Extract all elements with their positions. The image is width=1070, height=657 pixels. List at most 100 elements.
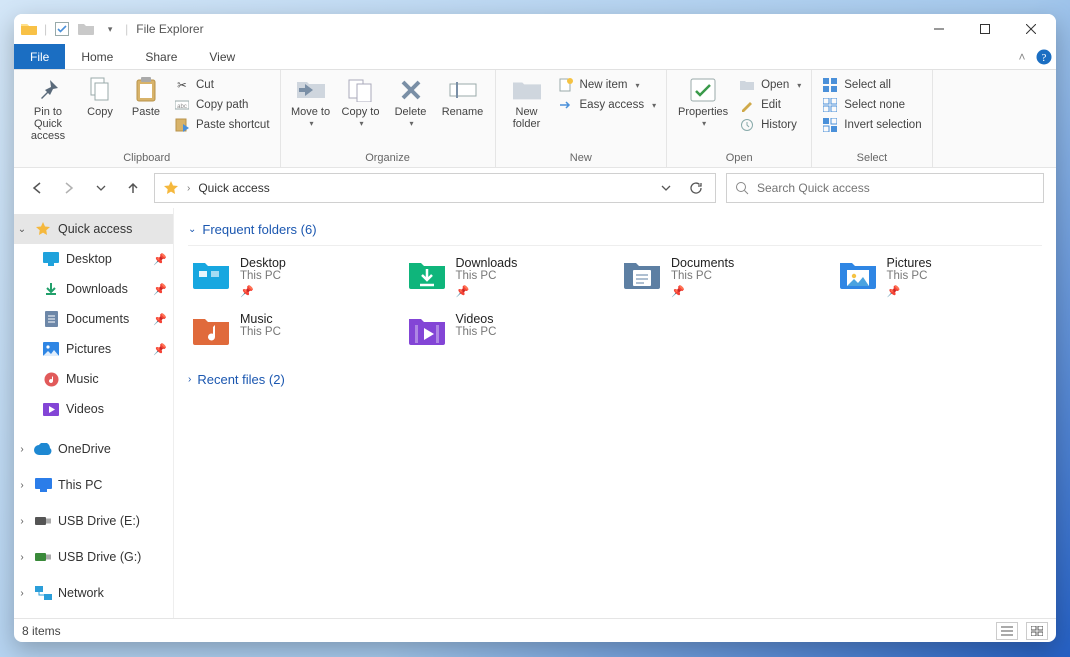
large-icons-view-button[interactable]: [1026, 622, 1048, 640]
folder-icon: [406, 256, 448, 292]
chevron-right-icon: ›: [16, 444, 28, 455]
checkbox-icon[interactable]: [53, 20, 71, 38]
sidebar-item-desktop[interactable]: Desktop 📌: [14, 244, 173, 274]
folder-tile[interactable]: Desktop This PC 📌: [188, 254, 396, 300]
sidebar-item-documents[interactable]: Documents 📌: [14, 304, 173, 334]
sidebar-usb-g[interactable]: › USB Drive (G:): [14, 542, 173, 572]
chevron-right-icon: ›: [188, 374, 191, 385]
folder-tile[interactable]: Videos This PC: [404, 310, 612, 350]
folder-location: This PC: [456, 326, 497, 338]
search-box[interactable]: [726, 173, 1044, 203]
folder-icon: [406, 312, 448, 348]
sidebar-item-downloads[interactable]: Downloads 📌: [14, 274, 173, 304]
tab-home[interactable]: Home: [65, 44, 129, 69]
copy-path-button[interactable]: abcCopy path: [172, 96, 272, 114]
folder-tile[interactable]: Pictures This PC 📌: [835, 254, 1043, 300]
tab-file[interactable]: File: [14, 44, 65, 69]
sidebar-this-pc[interactable]: › This PC: [14, 470, 173, 500]
paste-shortcut-button[interactable]: Paste shortcut: [172, 116, 272, 134]
sidebar-usb-e[interactable]: › USB Drive (E:): [14, 506, 173, 536]
delete-icon: [397, 76, 425, 104]
move-to-button[interactable]: Move to▾: [289, 74, 333, 129]
back-button[interactable]: [26, 177, 48, 199]
sidebar-item-videos[interactable]: Videos: [14, 394, 173, 424]
easy-access-icon: [558, 97, 574, 113]
open-button[interactable]: Open▾: [737, 76, 803, 94]
maximize-button[interactable]: [962, 14, 1008, 44]
folder-name: Documents: [671, 256, 734, 270]
content-area: ⌄ Frequent folders (6) Desktop This PC 📌…: [174, 208, 1056, 618]
ribbon-group-clipboard: Pin to Quick access Copy Paste ✂Cut abcC…: [14, 70, 281, 167]
copy-to-button[interactable]: Copy to▾: [339, 74, 383, 129]
cut-button[interactable]: ✂Cut: [172, 76, 272, 94]
select-none-button[interactable]: Select none: [820, 96, 923, 114]
address-dropdown-button[interactable]: [655, 177, 677, 199]
new-item-button[interactable]: New item▾: [556, 76, 659, 94]
close-button[interactable]: [1008, 14, 1054, 44]
folder-tiles: Desktop This PC 📌 Downloads This PC 📌 Do…: [188, 254, 1042, 350]
chevron-right-icon: ›: [16, 588, 28, 599]
properties-button[interactable]: Properties▾: [675, 74, 731, 129]
collapse-ribbon-button[interactable]: ˄: [1012, 44, 1032, 69]
folder-location: This PC: [240, 270, 286, 282]
recent-locations-button[interactable]: [90, 177, 112, 199]
help-button[interactable]: ?: [1032, 44, 1056, 69]
pin-icon: 📌: [153, 313, 167, 326]
folder-name: Desktop: [240, 256, 286, 270]
easy-access-button[interactable]: Easy access▾: [556, 96, 659, 114]
folder-gray-icon[interactable]: [77, 20, 95, 38]
forward-button[interactable]: [58, 177, 80, 199]
folder-name: Music: [240, 312, 281, 326]
chevron-right-icon: ›: [16, 552, 28, 563]
select-all-button[interactable]: Select all: [820, 76, 923, 94]
pin-icon: 📌: [240, 282, 286, 298]
folder-tile[interactable]: Downloads This PC 📌: [404, 254, 612, 300]
new-folder-button[interactable]: New folder: [504, 74, 550, 130]
select-all-icon: [822, 77, 838, 93]
copy-button[interactable]: Copy: [80, 74, 120, 118]
group-recent-files[interactable]: › Recent files (2): [188, 368, 1042, 395]
folder-tile[interactable]: Documents This PC 📌: [619, 254, 827, 300]
minimize-button[interactable]: [916, 14, 962, 44]
tab-view[interactable]: View: [193, 44, 251, 69]
move-to-icon: [297, 76, 325, 104]
up-button[interactable]: [122, 177, 144, 199]
file-explorer-window: | ▾ | File Explorer File Home Share View…: [14, 14, 1056, 642]
refresh-button[interactable]: [685, 177, 707, 199]
edit-icon: [739, 97, 755, 113]
delete-button[interactable]: Delete▾: [389, 74, 433, 129]
star-icon: [163, 180, 179, 196]
details-view-button[interactable]: [996, 622, 1018, 640]
folder-icon: [190, 312, 232, 348]
search-input[interactable]: [757, 181, 1035, 195]
sidebar-item-music[interactable]: Music: [14, 364, 173, 394]
paste-button[interactable]: Paste: [126, 74, 166, 118]
select-none-icon: [822, 97, 838, 113]
folder-tile[interactable]: Music This PC: [188, 310, 396, 350]
sidebar-onedrive[interactable]: › OneDrive: [14, 434, 173, 464]
qat-dropdown-icon[interactable]: ▾: [101, 20, 119, 38]
group-frequent-folders[interactable]: ⌄ Frequent folders (6): [188, 218, 1042, 246]
breadcrumb[interactable]: Quick access: [198, 181, 269, 195]
ribbon-group-organize: Move to▾ Copy to▾ Delete▾ Rename Organiz…: [281, 70, 496, 167]
tab-share[interactable]: Share: [129, 44, 193, 69]
address-bar[interactable]: › Quick access: [154, 173, 716, 203]
status-text: 8 items: [22, 624, 61, 638]
search-icon: [735, 181, 749, 195]
folder-location: This PC: [887, 270, 932, 282]
star-icon: [34, 220, 52, 238]
sidebar-network[interactable]: › Network: [14, 578, 173, 608]
rename-button[interactable]: Rename: [439, 74, 487, 118]
sidebar-item-pictures[interactable]: Pictures 📌: [14, 334, 173, 364]
chevron-right-icon: ›: [16, 480, 28, 491]
pictures-icon: [42, 340, 60, 358]
paste-shortcut-icon: [174, 117, 190, 133]
pin-icon: 📌: [887, 282, 932, 298]
pin-to-quick-access-button[interactable]: Pin to Quick access: [22, 74, 74, 142]
edit-button[interactable]: Edit: [737, 96, 803, 114]
cloud-icon: [34, 440, 52, 458]
invert-selection-button[interactable]: Invert selection: [820, 116, 923, 134]
copy-to-icon: [347, 76, 375, 104]
history-button[interactable]: History: [737, 116, 803, 134]
sidebar-quick-access[interactable]: ⌄ Quick access: [14, 214, 173, 244]
